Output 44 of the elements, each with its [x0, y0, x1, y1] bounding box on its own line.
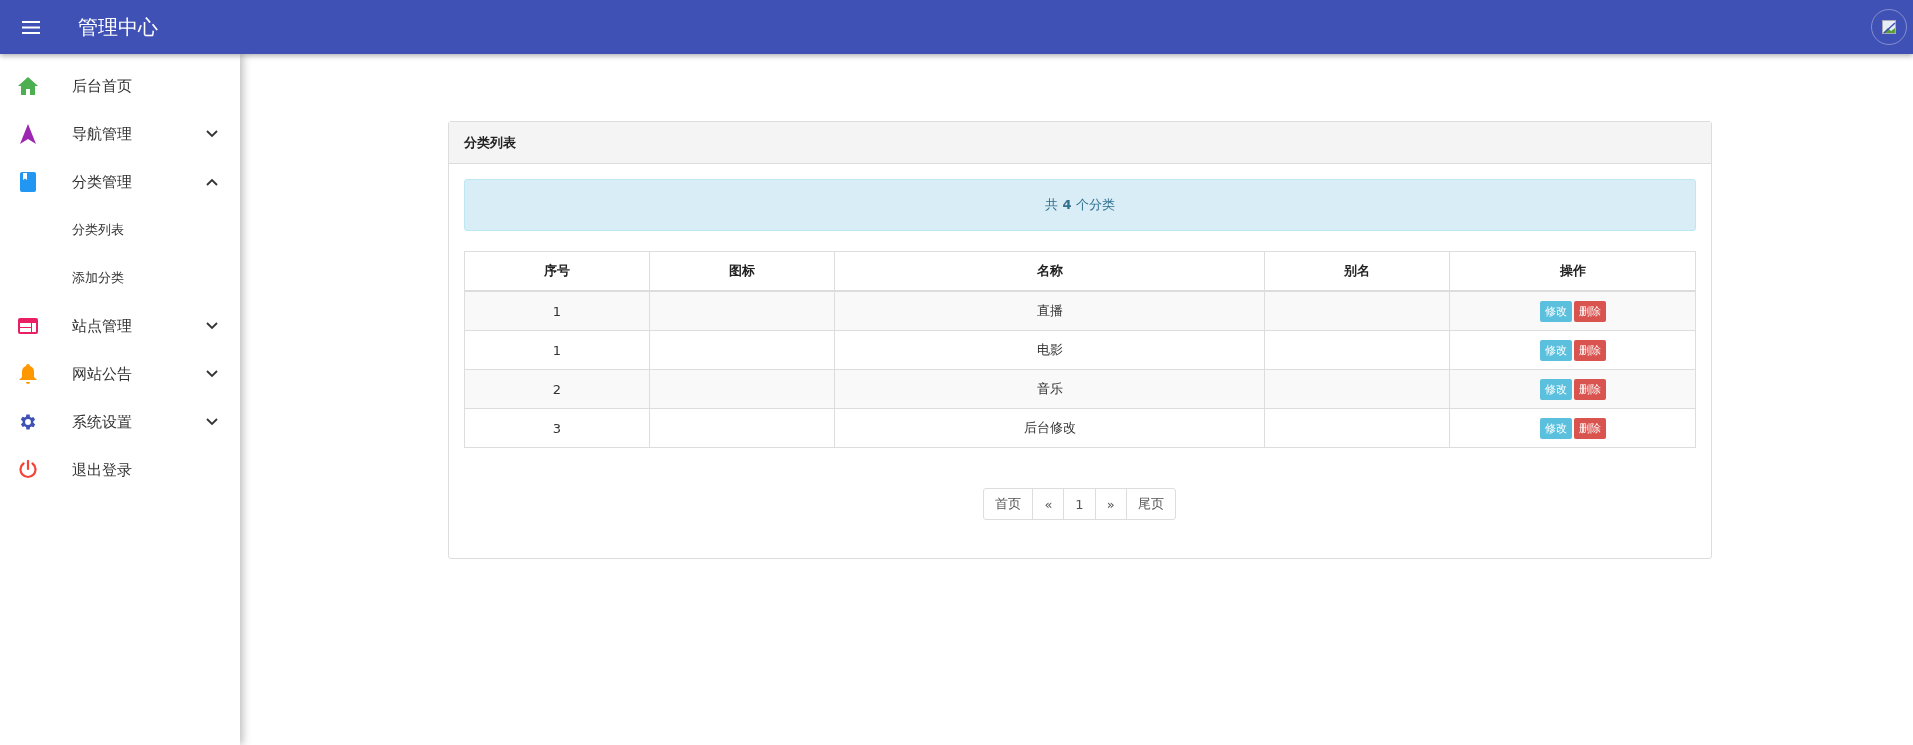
bell-icon — [19, 364, 37, 384]
table-cell: 3 — [464, 408, 650, 448]
sidebar-item[interactable]: 后台首页 — [0, 62, 240, 110]
info-alert-text: 共 4 个分类 — [1045, 196, 1115, 214]
chevron-icon — [206, 130, 218, 138]
page-link[interactable]: 1 — [1063, 488, 1096, 520]
page-link[interactable]: » — [1094, 488, 1127, 520]
page-link[interactable]: 首页 — [983, 488, 1034, 520]
table-cell: 直播 — [834, 291, 1265, 331]
broken-image-icon — [1882, 20, 1896, 34]
delete-button[interactable]: 删除 — [1573, 300, 1606, 322]
sidebar-item[interactable]: 分类管理 — [0, 158, 240, 206]
sidebar-item[interactable]: 退出登录 — [0, 446, 240, 494]
delete-button[interactable]: 删除 — [1573, 417, 1606, 439]
home-icon — [18, 77, 38, 95]
chevron-icon — [206, 418, 218, 426]
card-title: 分类列表 — [449, 122, 1711, 164]
page-link[interactable]: 尾页 — [1125, 488, 1176, 520]
menu-icon — [22, 20, 40, 34]
delete-button[interactable]: 删除 — [1573, 378, 1606, 400]
table-cell: 1 — [464, 291, 650, 331]
delete-button[interactable]: 删除 — [1573, 339, 1606, 361]
table-cell: 音乐 — [834, 369, 1265, 409]
sidebar-item[interactable]: 网站公告 — [0, 350, 240, 398]
app-title: 管理中心 — [78, 13, 159, 41]
chevron-icon — [206, 322, 218, 330]
submenu-item[interactable]: 添加分类 — [0, 254, 240, 302]
chevron-icon — [206, 178, 218, 186]
sidebar-item[interactable]: 导航管理 — [0, 110, 240, 158]
book-icon — [20, 172, 36, 192]
page-link[interactable]: « — [1032, 488, 1065, 520]
submenu-item[interactable]: 分类列表 — [0, 206, 240, 254]
window-icon — [18, 318, 38, 334]
table-cell: 2 — [464, 369, 650, 409]
sidebar-item[interactable]: 系统设置 — [0, 398, 240, 446]
menu-button[interactable] — [22, 20, 40, 34]
table-cell: 后台修改 — [834, 408, 1265, 448]
arrow-icon — [20, 124, 36, 144]
sidebar-item[interactable]: 站点管理 — [0, 302, 240, 350]
settings-icon — [18, 412, 38, 432]
table-cell: 电影 — [834, 330, 1265, 370]
table-cell: 1 — [464, 330, 650, 370]
power-icon — [18, 460, 38, 480]
chevron-icon — [206, 370, 218, 378]
